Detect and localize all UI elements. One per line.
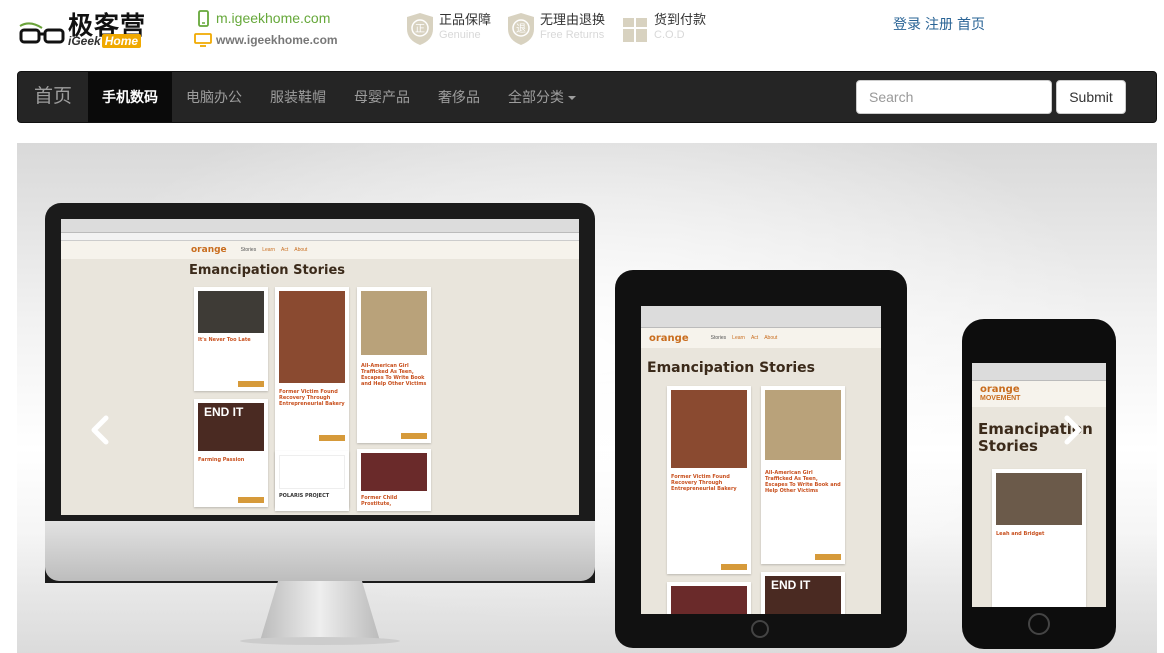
search-input[interactable] [856, 80, 1052, 114]
mobile-url-row[interactable]: m.igeekhome.com [194, 8, 338, 28]
imac-screen: orange Stories Learn Act About Emancipat… [61, 219, 579, 515]
badge-cod: 货到付款 C.O.D [621, 12, 706, 46]
imac-device-image: orange Stories Learn Act About Emancipat… [45, 203, 595, 645]
phone-icon [194, 9, 212, 27]
register-link[interactable]: 注册 [925, 16, 953, 32]
submit-button[interactable]: Submit [1056, 80, 1126, 114]
carousel-prev-button[interactable] [89, 413, 111, 454]
badge-returns: 退 无理由退换 Free Returns [507, 12, 605, 46]
returns-shield-icon: 退 [508, 13, 535, 45]
svg-text:正: 正 [415, 24, 425, 35]
nav-item-luxury[interactable]: 奢侈品 [424, 72, 494, 122]
main-navbar: 首页 手机数码 电脑办公 服装鞋帽 母婴产品 奢侈品 全部分类 Submit [17, 71, 1157, 123]
nav-item-all-categories[interactable]: 全部分类 [494, 72, 590, 122]
nav-item-digital[interactable]: 手机数码 [88, 72, 173, 122]
iphone-device-image: orange MOVEMENT Emancipation Stories Lea… [962, 319, 1116, 649]
hero-carousel: orange Stories Learn Act About Emancipat… [17, 143, 1157, 653]
nav-item-computers[interactable]: 电脑办公 [172, 72, 256, 122]
site-urls: m.igeekhome.com www.igeekhome.com [194, 8, 338, 52]
chevron-left-icon [91, 415, 109, 445]
genuine-shield-icon: 正 [407, 13, 433, 45]
ipad-screen: orange Stories Learn Act About Emancipat… [641, 306, 881, 614]
glasses-icon [19, 22, 65, 44]
login-link[interactable]: 登录 [893, 16, 921, 32]
mobile-url[interactable]: m.igeekhome.com [216, 10, 330, 26]
nav-brand-home[interactable]: 首页 [18, 72, 88, 122]
logo-text-en: iGeek Home [68, 34, 142, 48]
www-url[interactable]: www.igeekhome.com [216, 33, 338, 47]
nav-item-apparel[interactable]: 服装鞋帽 [256, 72, 340, 122]
service-badges: 正 正品保障 Genuine 退 无理由退换 Free Returns 货到付款 C.… [406, 12, 722, 46]
gift-icon [623, 18, 648, 42]
iphone-screen: orange MOVEMENT Emancipation Stories Lea… [972, 363, 1106, 607]
caret-down-icon [568, 96, 577, 101]
svg-text:退: 退 [516, 23, 526, 35]
nav-item-baby[interactable]: 母婴产品 [340, 72, 424, 122]
site-logo[interactable]: 极客营 iGeek Home [16, 4, 156, 52]
carousel-next-button[interactable] [1062, 413, 1084, 454]
ipad-device-image: orange Stories Learn Act About Emancipat… [615, 270, 907, 648]
monitor-icon [194, 33, 212, 47]
top-header: 极客营 iGeek Home m.igeekhome.com www.igeekh… [0, 0, 1164, 70]
chevron-right-icon [1064, 415, 1082, 445]
account-links: 登录 注册 首页 [893, 14, 989, 34]
www-url-row[interactable]: www.igeekhome.com [194, 30, 338, 50]
home-link[interactable]: 首页 [957, 16, 985, 32]
badge-genuine: 正 正品保障 Genuine [406, 12, 491, 46]
